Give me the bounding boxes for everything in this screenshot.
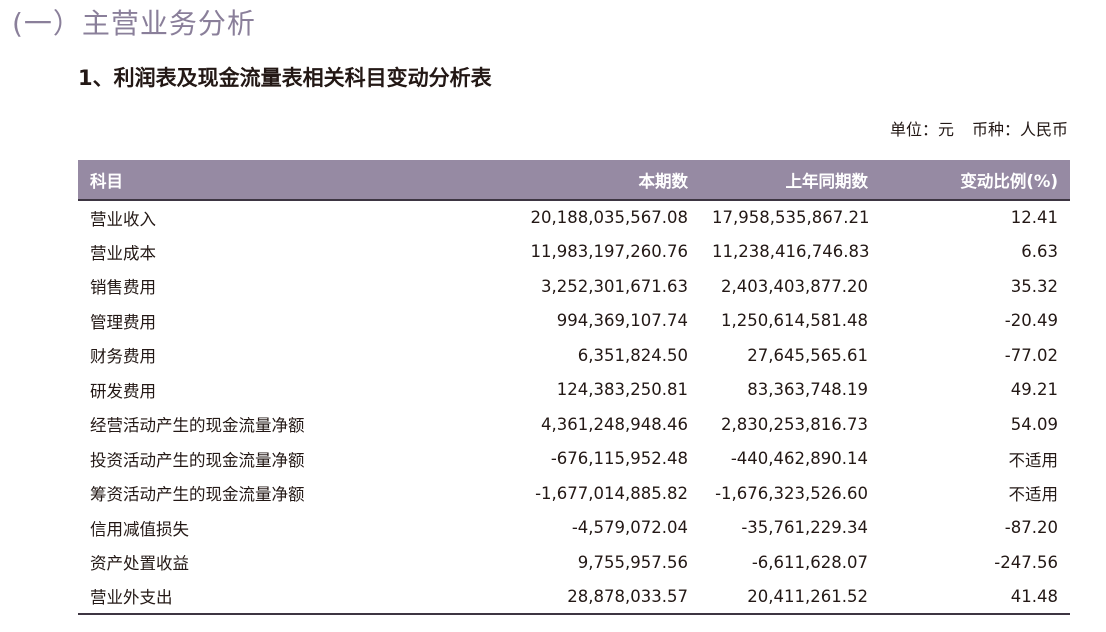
cell-current: 124,383,250.81 (556, 380, 688, 400)
table-row: 营业收入 20,188,035,567.08 17,958,535,867.21… (78, 200, 1070, 235)
table-row: 投资活动产生的现金流量净额 -676,115,952.48 -440,462,8… (78, 442, 1070, 477)
table-row: 资产处置收益 9,755,957.56 -6,611,628.07 -247.5… (78, 545, 1070, 580)
cell-prior: 11,238,416,746.83 (712, 242, 870, 262)
cell-change: -20.49 (1004, 311, 1058, 331)
income-cashflow-table: 科目 本期数 上年同期数 变动比例(%) 营业收入 20,188,035,567… (78, 160, 1070, 615)
cell-change: 54.09 (1010, 414, 1058, 434)
cell-prior: -6,611,628.07 (751, 552, 868, 572)
cell-prior: 83,363,748.19 (747, 380, 868, 400)
cell-item: 信用减值损失 (90, 519, 189, 539)
table-row: 营业外支出 28,878,033.57 20,411,261.52 41.48 (78, 579, 1070, 615)
cell-current: 20,188,035,567.08 (530, 208, 688, 228)
unit-line: 单位：元 币种：人民币 (890, 118, 1068, 142)
unit-label: 单位：元 (889, 120, 954, 139)
cell-current: 3,252,301,671.63 (541, 276, 688, 296)
cell-prior: 20,411,261.52 (700, 579, 880, 615)
cell-prior: -440,462,890.14 (730, 449, 868, 469)
cell-item: 营业收入 (90, 209, 156, 229)
cell-item: 销售费用 (90, 278, 156, 298)
section-title: (一）主营业务分析 (12, 7, 256, 40)
table-title: 1、利润表及现金流量表相关科目变动分析表 (78, 66, 492, 90)
cell-item: 营业外支出 (78, 579, 518, 615)
cell-change: -77.02 (1004, 345, 1058, 365)
table-row: 研发费用 124,383,250.81 83,363,748.19 49.21 (78, 373, 1070, 408)
cell-item: 投资活动产生的现金流量净额 (90, 450, 305, 470)
cell-current: 9,755,957.56 (577, 552, 688, 572)
cell-current: 6,351,824.50 (577, 345, 688, 365)
cell-item: 研发费用 (90, 381, 156, 401)
header-item: 科目 (78, 160, 518, 201)
cell-prior: -35,761,229.34 (741, 518, 868, 538)
cell-item: 营业成本 (90, 243, 156, 263)
cell-change: -87.20 (1004, 518, 1058, 538)
currency-label: 币种：人民币 (971, 120, 1068, 139)
table-row: 信用减值损失 -4,579,072.04 -35,761,229.34 -87.… (78, 511, 1070, 546)
cell-change: 49.21 (1010, 380, 1058, 400)
table-row: 销售费用 3,252,301,671.63 2,403,403,877.20 3… (78, 269, 1070, 304)
cell-item: 资产处置收益 (90, 554, 189, 574)
cell-change: -247.56 (994, 552, 1058, 572)
cell-current: 994,369,107.74 (556, 311, 688, 331)
table-row: 财务费用 6,351,824.50 27,645,565.61 -77.02 (78, 338, 1070, 373)
cell-current: -4,579,072.04 (571, 518, 688, 538)
cell-item: 筹资活动产生的现金流量净额 (90, 485, 305, 505)
cell-current: 11,983,197,260.76 (530, 242, 688, 262)
cell-item: 管理费用 (90, 312, 156, 332)
cell-change: 6.63 (1021, 242, 1058, 262)
cell-prior: 1,250,614,581.48 (721, 311, 868, 331)
cell-current: -1,677,014,885.82 (535, 483, 688, 503)
cell-change: 41.48 (880, 579, 1070, 615)
cell-prior: 17,958,535,867.21 (712, 208, 870, 228)
table-row: 管理费用 994,369,107.74 1,250,614,581.48 -20… (78, 304, 1070, 339)
cell-prior: -1,676,323,526.60 (715, 483, 868, 503)
cell-change: 12.41 (1010, 208, 1058, 228)
cell-change: 不适用 (1008, 450, 1059, 470)
cell-item: 财务费用 (90, 347, 156, 367)
cell-item: 经营活动产生的现金流量净额 (90, 416, 305, 436)
cell-change: 35.32 (1010, 276, 1058, 296)
cell-change: 不适用 (1008, 485, 1059, 505)
cell-prior: 27,645,565.61 (747, 345, 868, 365)
cell-prior: 2,830,253,816.73 (721, 414, 868, 434)
header-current-period: 本期数 (518, 160, 700, 201)
table-row: 经营活动产生的现金流量净额 4,361,248,948.46 2,830,253… (78, 407, 1070, 442)
table-row: 营业成本 11,983,197,260.76 11,238,416,746.83… (78, 235, 1070, 270)
cell-prior: 2,403,403,877.20 (721, 276, 868, 296)
table-header-row: 科目 本期数 上年同期数 变动比例(%) (78, 160, 1070, 201)
table-row: 筹资活动产生的现金流量净额 -1,677,014,885.82 -1,676,3… (78, 476, 1070, 511)
cell-current: 28,878,033.57 (518, 579, 700, 615)
header-change-ratio: 变动比例(%) (880, 160, 1070, 201)
cell-current: 4,361,248,948.46 (541, 414, 688, 434)
header-prior-period: 上年同期数 (700, 160, 880, 201)
cell-current: -676,115,952.48 (550, 449, 688, 469)
